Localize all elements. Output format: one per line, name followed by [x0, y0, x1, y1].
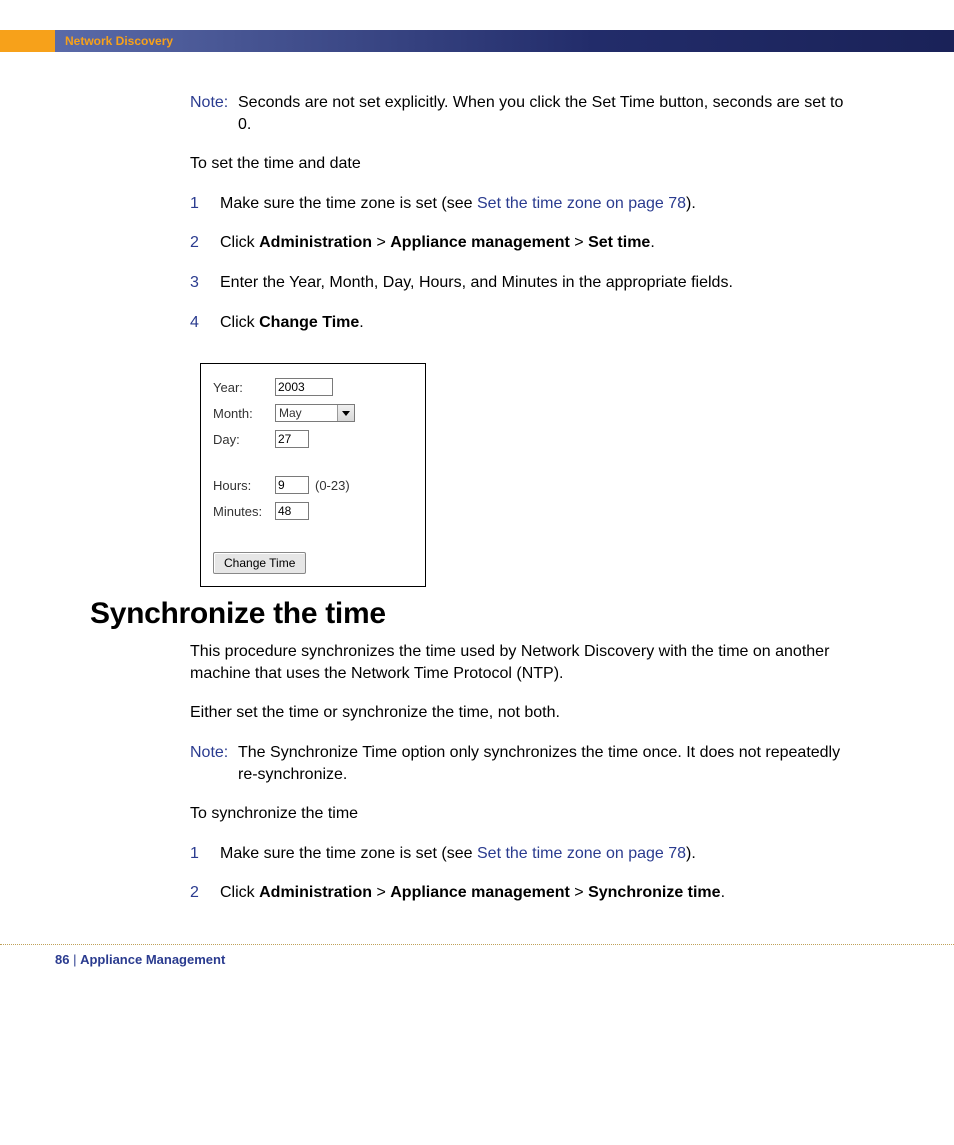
page-header: Network Discovery [0, 30, 954, 52]
header-accent [0, 30, 55, 52]
nav-administration: Administration [259, 884, 372, 901]
day-input[interactable] [275, 430, 309, 448]
note-sync-time: Note: The Synchronize Time option only s… [190, 742, 854, 785]
step-text: Make sure the time zone is set (see [220, 845, 477, 862]
intro-sync: To synchronize the time [190, 803, 854, 825]
nav-set-time: Set time [588, 234, 650, 251]
month-label: Month: [213, 406, 271, 421]
step-body: Click Administration > Appliance managem… [220, 882, 854, 904]
change-time-button[interactable]: Change Time [213, 552, 306, 574]
sep: > [372, 884, 390, 901]
month-select-value: May [276, 405, 337, 421]
step-number: 3 [190, 272, 220, 294]
dropdown-button[interactable] [337, 405, 354, 421]
sync-para-2: Either set the time or synchronize the t… [190, 702, 854, 724]
step-2-set: 2 Click Administration > Appliance manag… [190, 232, 854, 254]
step-number: 4 [190, 312, 220, 334]
nav-appliance-management: Appliance management [390, 234, 570, 251]
change-time-bold: Change Time [259, 314, 359, 331]
nav-appliance-management: Appliance management [390, 884, 570, 901]
header-title: Network Discovery [55, 30, 954, 52]
day-label: Day: [213, 432, 271, 447]
end: . [359, 314, 363, 331]
sep: > [570, 234, 588, 251]
note-label: Note: [190, 92, 238, 135]
step-body: Make sure the time zone is set (see Set … [220, 843, 854, 865]
sep: > [570, 884, 588, 901]
note-label: Note: [190, 742, 238, 785]
heading-synchronize-the-time: Synchronize the time [90, 597, 954, 631]
t: Click [220, 884, 259, 901]
t: Click [220, 314, 259, 331]
note-set-time: Note: Seconds are not set explicitly. Wh… [190, 92, 854, 135]
step-body: Enter the Year, Month, Day, Hours, and M… [220, 272, 854, 294]
step-body: Make sure the time zone is set (see Set … [220, 193, 854, 215]
hours-range: (0-23) [315, 478, 350, 493]
step-text: Make sure the time zone is set (see [220, 195, 477, 212]
end: . [721, 884, 725, 901]
step-body: Click Administration > Appliance managem… [220, 232, 854, 254]
hours-input[interactable] [275, 476, 309, 494]
end: . [650, 234, 654, 251]
chapter-name: Appliance Management [80, 952, 225, 967]
sep: > [372, 234, 390, 251]
step-number: 2 [190, 882, 220, 904]
hours-label: Hours: [213, 478, 271, 493]
step-number: 2 [190, 232, 220, 254]
minutes-label: Minutes: [213, 504, 271, 519]
page-footer: 86 | Appliance Management [55, 946, 954, 997]
t: Click [220, 234, 259, 251]
note-body: The Synchronize Time option only synchro… [238, 742, 854, 785]
set-time-dialog: Year: Month: May Day: Hours: [200, 363, 426, 587]
step-2-sync: 2 Click Administration > Appliance manag… [190, 882, 854, 904]
sync-para-1: This procedure synchronizes the time use… [190, 641, 854, 684]
step-4-set: 4 Click Change Time. [190, 312, 854, 334]
step-number: 1 [190, 843, 220, 865]
month-select[interactable]: May [275, 404, 355, 422]
cross-reference-link[interactable]: Set the time zone on page 78 [477, 195, 686, 212]
step-3-set: 3 Enter the Year, Month, Day, Hours, and… [190, 272, 854, 294]
chevron-down-icon [342, 411, 350, 416]
year-label: Year: [213, 380, 271, 395]
page-number: 86 [55, 952, 69, 967]
step-number: 1 [190, 193, 220, 215]
step-1-set: 1 Make sure the time zone is set (see Se… [190, 193, 854, 215]
minutes-input[interactable] [275, 502, 309, 520]
intro-set-time: To set the time and date [190, 153, 854, 175]
footer-sep: | [69, 952, 80, 967]
note-body: Seconds are not set explicitly. When you… [238, 92, 854, 135]
step-1-sync: 1 Make sure the time zone is set (see Se… [190, 843, 854, 865]
step-text-post: ). [686, 845, 696, 862]
nav-administration: Administration [259, 234, 372, 251]
year-input[interactable] [275, 378, 333, 396]
step-text-post: ). [686, 195, 696, 212]
nav-synchronize-time: Synchronize time [588, 884, 720, 901]
step-body: Click Change Time. [220, 312, 854, 334]
cross-reference-link[interactable]: Set the time zone on page 78 [477, 845, 686, 862]
